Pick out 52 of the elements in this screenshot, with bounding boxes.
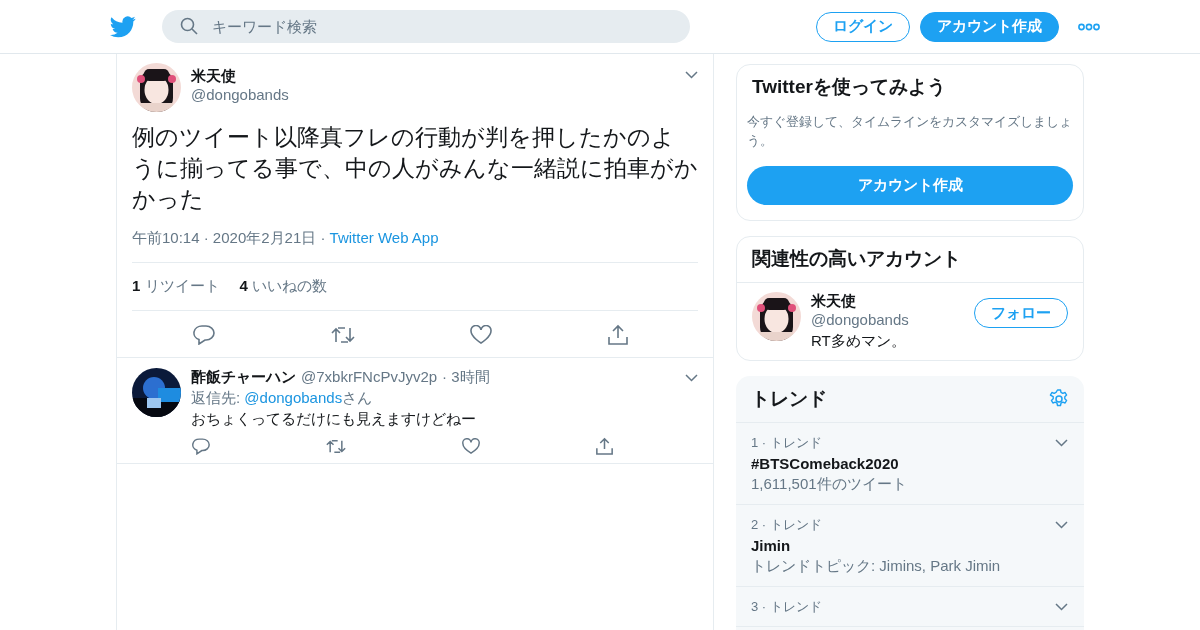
chevron-down-icon[interactable] <box>1055 603 1068 611</box>
chevron-down-icon[interactable] <box>685 71 698 79</box>
retweet-icon[interactable] <box>326 438 346 454</box>
trend-name: #BTSComeback2020 <box>751 455 899 472</box>
trend-rank: 2 · トレンド <box>751 516 822 534</box>
trend-item[interactable]: 3 · トレンド <box>736 587 1084 627</box>
tweet-timestamp: 午前10:14 · 2020年2月21日 · Twitter Web App <box>132 229 698 263</box>
trend-name: Jimin <box>751 537 791 554</box>
retweet-icon[interactable] <box>330 325 355 344</box>
follow-button[interactable]: フォロー <box>974 298 1068 328</box>
user-name[interactable]: 米天使 <box>811 292 974 311</box>
trend-meta: トレンドトピック: Jimins, Park Jimin <box>751 557 1001 576</box>
trend-rank: 3 · トレンド <box>751 598 822 616</box>
reply-context: 返信先: @dongobandsさん <box>191 389 374 408</box>
chevron-down-icon[interactable] <box>1055 521 1068 529</box>
share-icon[interactable] <box>607 324 628 345</box>
heart-icon[interactable] <box>462 437 480 455</box>
heart-icon[interactable] <box>470 324 493 345</box>
login-button[interactable]: ログイン <box>816 11 910 42</box>
share-icon[interactable] <box>596 437 613 455</box>
user-name[interactable]: 酢飯チャーハン <box>191 368 296 387</box>
tweet-text: 例のツイート以降真フレの行動が判を押したかのように揃ってる事で、中の人がみんな一緒説に拍車がかかった <box>132 123 698 214</box>
trend-rank: 1 · トレンド <box>751 434 822 452</box>
user-bio: RT多めマン。 <box>811 332 907 351</box>
trend-item[interactable]: 2 · トレンド Jimin トレンドトピック: Jimins, Park Jimin <box>736 505 1084 587</box>
reply-text: おちょくってるだけにも見えますけどねー <box>191 410 477 429</box>
search-icon <box>180 17 198 35</box>
reply-icon[interactable] <box>193 324 215 345</box>
search-field[interactable]: キーワード検索 <box>162 10 690 43</box>
bird-logo-icon[interactable] <box>110 15 136 38</box>
user-handle[interactable]: @dongobands <box>191 86 685 103</box>
user-handle[interactable]: @7xbkrFNcPvJyv2p <box>301 368 438 385</box>
card-description: 今すぐ登録して、タイムラインをカスタマイズしましょう。 <box>747 113 1073 150</box>
signup-button[interactable]: アカウント作成 <box>747 166 1073 205</box>
trend-item[interactable]: 1 · トレンド #BTSComeback2020 1,611,501件のツイート <box>736 423 1084 505</box>
stat-count[interactable]: 1 リツイート <box>132 277 220 296</box>
chevron-down-icon[interactable] <box>685 374 698 382</box>
source-link[interactable]: Twitter Web App <box>329 229 439 246</box>
more-icon[interactable] <box>1078 22 1100 31</box>
card-title: 関連性の高いアカウント <box>737 237 1083 283</box>
trend-meta: 1,611,501件のツイート <box>751 475 907 494</box>
user-handle[interactable]: @dongobands <box>811 311 974 328</box>
settings-icon[interactable] <box>1049 389 1069 409</box>
chevron-down-icon[interactable] <box>1055 439 1068 447</box>
card-title: Twitterを使ってみよう <box>751 75 947 99</box>
signup-button[interactable]: アカウント作成 <box>920 11 1059 42</box>
mention-link[interactable]: @dongobands <box>244 389 343 406</box>
card-title: トレンド <box>751 387 827 411</box>
tweet-time[interactable]: · 3時間 <box>442 368 490 387</box>
reply-icon[interactable] <box>192 437 210 455</box>
stat-count[interactable]: 4 いいねの数 <box>239 277 328 296</box>
user-name[interactable]: 米天使 <box>191 67 685 86</box>
